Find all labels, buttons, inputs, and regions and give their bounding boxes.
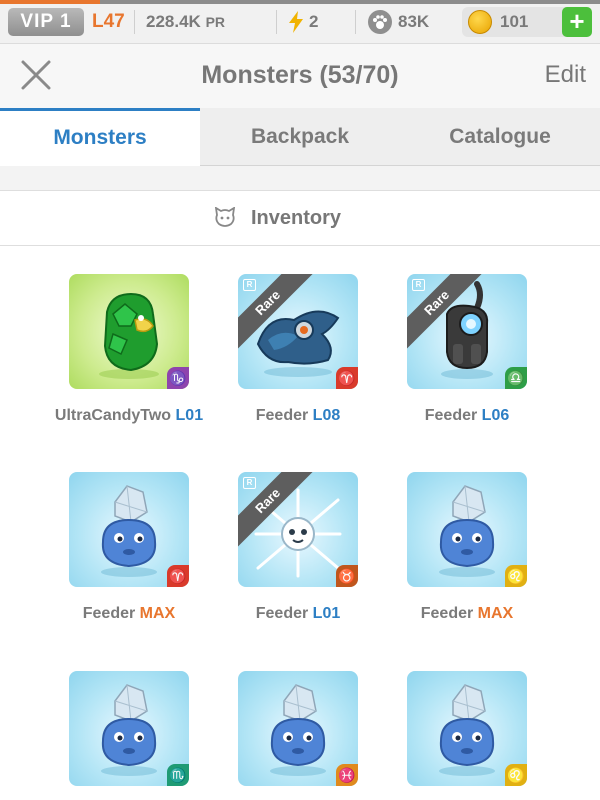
- monster-name-text: Feeder: [82, 605, 140, 622]
- zodiac-sign-icon: ♑: [167, 367, 189, 389]
- monster-level: MAX: [139, 605, 176, 622]
- monster-card[interactable]: ♑: [69, 274, 189, 389]
- rarity-tag-icon: R: [243, 477, 256, 489]
- page-title: Monsters (53/70): [201, 61, 399, 89]
- power-value: 228.4K: [146, 12, 201, 31]
- inventory-header: Inventory: [0, 190, 600, 246]
- coin-icon: [468, 10, 492, 34]
- monster-card[interactable]: ♓: [238, 671, 358, 786]
- monster-level: L06: [481, 407, 510, 424]
- tab-bar: Monsters Backpack Catalogue: [0, 108, 600, 166]
- power-rating: 228.4K PR: [146, 9, 225, 35]
- paw-icon: [368, 10, 392, 34]
- monster-card[interactable]: ♏: [69, 671, 189, 786]
- monster-name-text: Feeder: [255, 605, 313, 622]
- monster-name-text: UltraCandyTwo: [54, 407, 176, 424]
- power-unit: PR: [205, 14, 226, 30]
- tab-catalogue[interactable]: Catalogue: [400, 108, 600, 166]
- monster-name-text: Feeder: [255, 407, 313, 424]
- zodiac-sign-icon: ♏: [167, 764, 189, 786]
- inventory-label: Inventory: [251, 207, 342, 229]
- divider: [355, 10, 356, 34]
- zodiac-sign-icon: ♌: [505, 764, 527, 786]
- lightning-icon: [289, 11, 303, 33]
- player-level: L47: [92, 11, 125, 32]
- energy-value: 2: [309, 12, 319, 31]
- zodiac-sign-icon: ♎: [505, 367, 527, 389]
- divider: [0, 166, 600, 190]
- paw-value: 83K: [398, 12, 430, 31]
- monster-level: L01: [312, 605, 341, 622]
- zodiac-sign-icon: ♈: [167, 565, 189, 587]
- vip-badge[interactable]: VIP 1: [8, 8, 84, 36]
- monster-name: Feeder MAX: [367, 603, 567, 625]
- monster-name-text: Feeder: [420, 605, 478, 622]
- rarity-tag-icon: R: [243, 279, 256, 291]
- tab-monsters[interactable]: Monsters: [0, 108, 200, 166]
- divider: [134, 10, 135, 34]
- status-bar: VIP 1 L47 228.4K PR 2 83K 101 +: [0, 0, 600, 44]
- zodiac-sign-icon: ♓: [336, 764, 358, 786]
- monster-card[interactable]: Rare R ♈: [238, 274, 358, 389]
- rarity-tag-icon: R: [412, 279, 425, 291]
- coin-counter[interactable]: 101 +: [462, 7, 592, 37]
- monster-card[interactable]: ♈: [69, 472, 189, 587]
- tab-backpack[interactable]: Backpack: [200, 108, 400, 166]
- add-coins-button[interactable]: +: [562, 7, 592, 37]
- monster-level: MAX: [477, 605, 514, 622]
- zodiac-sign-icon: ♌: [505, 565, 527, 587]
- experience-bar: [0, 0, 600, 4]
- monster-face-icon: [214, 207, 236, 227]
- monster-card[interactable]: ♌: [407, 472, 527, 587]
- monster-card[interactable]: Rare R ♉: [238, 472, 358, 587]
- coin-value: 101: [500, 12, 529, 31]
- monster-name-text: Feeder: [424, 407, 482, 424]
- monster-level: L08: [312, 407, 341, 424]
- zodiac-sign-icon: ♉: [336, 565, 358, 587]
- monster-name: Feeder L06: [367, 405, 567, 427]
- monster-card[interactable]: Rare R ♎: [407, 274, 527, 389]
- divider: [276, 10, 277, 34]
- edit-button[interactable]: Edit: [545, 58, 586, 92]
- monster-card[interactable]: ♌: [407, 671, 527, 786]
- title-bar: Monsters (53/70) Edit: [0, 44, 600, 108]
- zodiac-sign-icon: ♈: [336, 367, 358, 389]
